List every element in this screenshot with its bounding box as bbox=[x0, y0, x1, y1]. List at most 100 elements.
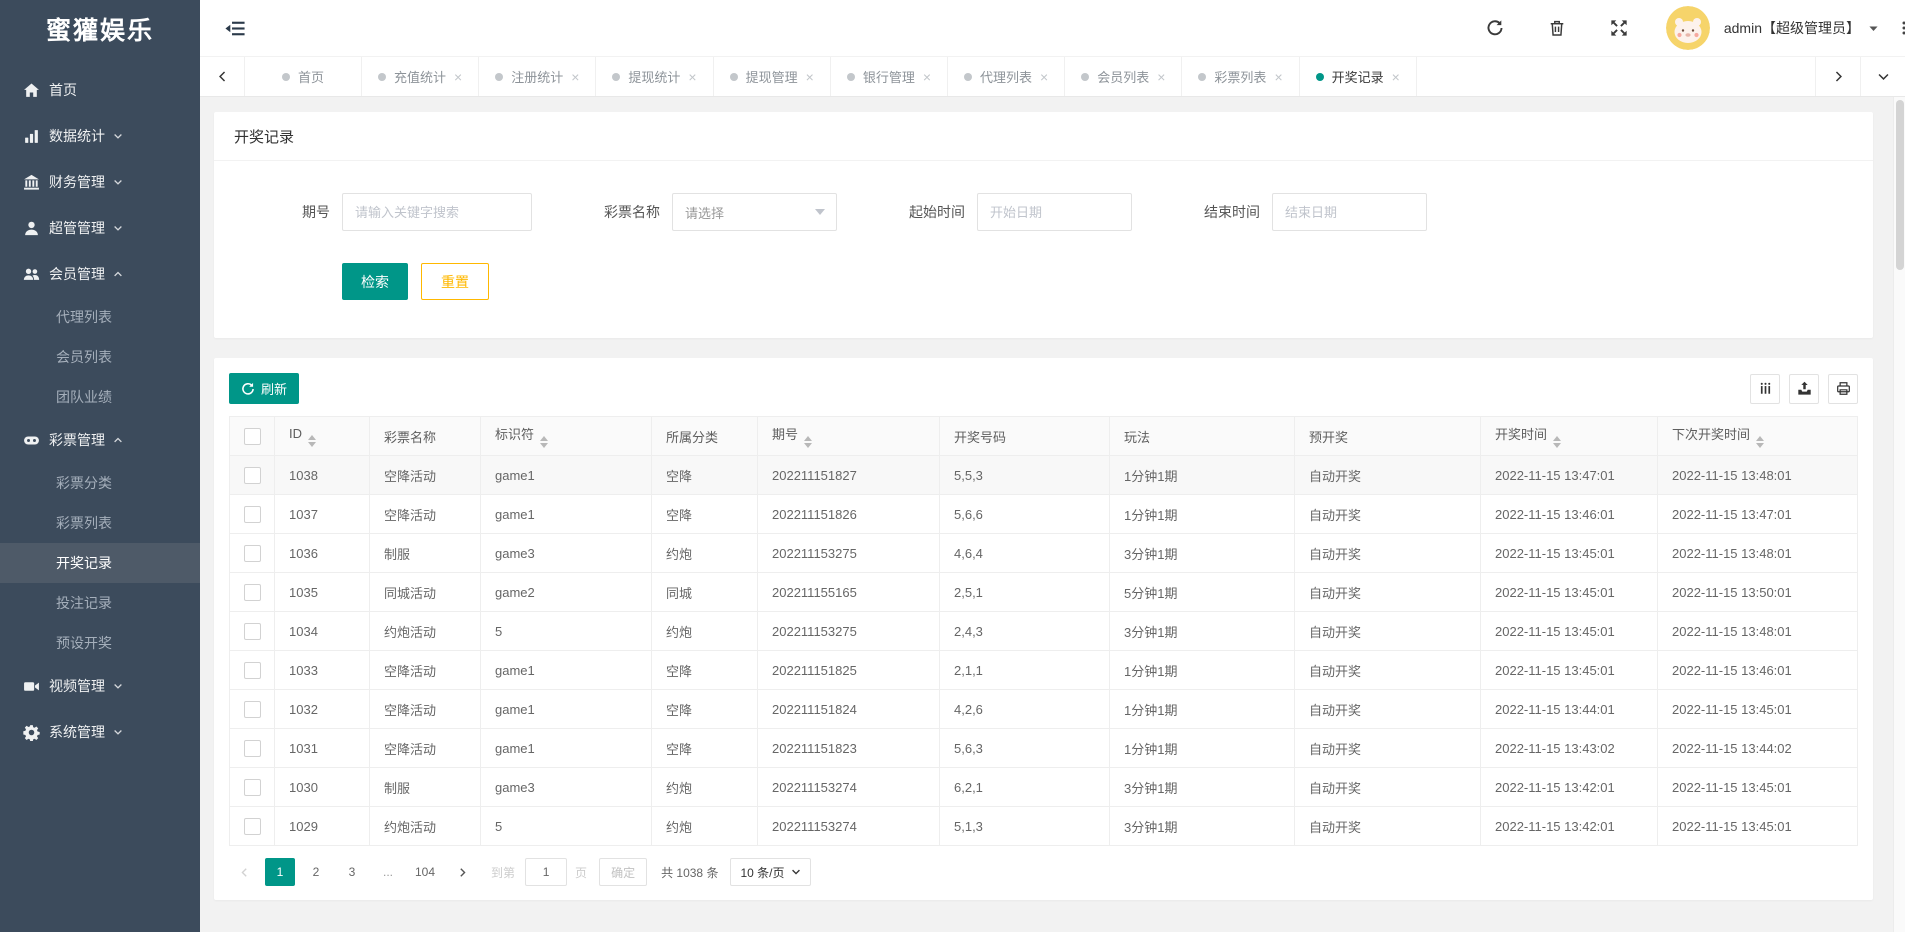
tab-close-icon[interactable]: × bbox=[806, 70, 814, 84]
admin-label[interactable]: admin【超级管理员】 bbox=[1724, 18, 1860, 38]
row-checkbox[interactable] bbox=[244, 818, 261, 835]
issue-input[interactable] bbox=[342, 193, 532, 231]
tab-close-icon[interactable]: × bbox=[1040, 70, 1048, 84]
sidebar-item-4[interactable]: 会员管理 bbox=[0, 251, 200, 297]
sidebar-subitem-5-0[interactable]: 彩票分类 bbox=[0, 463, 200, 503]
export-icon[interactable] bbox=[1789, 374, 1819, 404]
sidebar-subitem-5-2[interactable]: 开奖记录 bbox=[0, 543, 200, 583]
pagination-page-1[interactable]: 1 bbox=[265, 858, 295, 886]
start-date-input[interactable] bbox=[977, 193, 1132, 231]
fullscreen-icon[interactable] bbox=[1610, 19, 1628, 37]
user-avatar[interactable] bbox=[1666, 6, 1710, 50]
pagination-prev-icon[interactable] bbox=[229, 858, 259, 886]
tab-6[interactable]: 代理列表× bbox=[948, 57, 1065, 96]
tab-close-icon[interactable]: × bbox=[923, 70, 931, 84]
sort-icon[interactable] bbox=[308, 435, 316, 447]
row-checkbox-cell bbox=[230, 612, 275, 651]
cell-8-3: 约炮 bbox=[652, 768, 758, 807]
sidebar-item-3[interactable]: 超管管理 bbox=[0, 205, 200, 251]
cell-5-2: game1 bbox=[481, 651, 652, 690]
search-button[interactable]: 检索 bbox=[342, 263, 408, 300]
sidebar-item-0[interactable]: 首页 bbox=[0, 67, 200, 113]
sidebar-subitem-5-3[interactable]: 投注记录 bbox=[0, 583, 200, 623]
tab-close-icon[interactable]: × bbox=[454, 70, 462, 84]
pagination-page-3[interactable]: 3 bbox=[337, 858, 367, 886]
goto-page-input[interactable] bbox=[525, 858, 567, 886]
tab-1[interactable]: 充值统计× bbox=[362, 57, 479, 96]
sort-icon[interactable] bbox=[1756, 436, 1764, 448]
gear-icon bbox=[23, 724, 40, 741]
sidebar-item-6[interactable]: 视频管理 bbox=[0, 663, 200, 709]
tab-4[interactable]: 提现管理× bbox=[714, 57, 831, 96]
cell-0-3: 空降 bbox=[652, 456, 758, 495]
row-checkbox[interactable] bbox=[244, 467, 261, 484]
tab-7[interactable]: 会员列表× bbox=[1065, 57, 1182, 96]
row-checkbox[interactable] bbox=[244, 740, 261, 757]
cell-5-8: 2022-11-15 13:45:01 bbox=[1481, 651, 1658, 690]
row-checkbox[interactable] bbox=[244, 545, 261, 562]
refresh-icon[interactable] bbox=[1486, 19, 1504, 37]
row-checkbox[interactable] bbox=[244, 779, 261, 796]
column-header-8[interactable]: 开奖时间 bbox=[1481, 417, 1658, 456]
row-checkbox[interactable] bbox=[244, 623, 261, 640]
tab-close-icon[interactable]: × bbox=[1274, 70, 1282, 84]
sort-icon[interactable] bbox=[1553, 436, 1561, 448]
select-all-checkbox[interactable] bbox=[244, 428, 261, 445]
page-size-select[interactable]: 10 条/页 bbox=[730, 858, 811, 886]
tabs-menu-icon[interactable] bbox=[1860, 57, 1905, 96]
cell-4-8: 2022-11-15 13:45:01 bbox=[1481, 612, 1658, 651]
tab-close-icon[interactable]: × bbox=[688, 70, 696, 84]
trash-icon[interactable] bbox=[1548, 19, 1566, 37]
columns-icon[interactable] bbox=[1750, 374, 1780, 404]
column-header-0[interactable]: ID bbox=[275, 417, 370, 456]
more-vert-icon[interactable] bbox=[1896, 20, 1905, 36]
tab-5[interactable]: 银行管理 × bbox=[831, 57, 948, 96]
goto-confirm-button[interactable]: 确定 bbox=[599, 858, 647, 886]
refresh-button[interactable]: 刷新 bbox=[229, 373, 299, 404]
menu-fold-icon[interactable] bbox=[224, 20, 246, 37]
sidebar-item-1[interactable]: 数据统计 bbox=[0, 113, 200, 159]
column-header-4[interactable]: 期号 bbox=[758, 417, 940, 456]
sidebar-subitem-5-4[interactable]: 预设开奖 bbox=[0, 623, 200, 663]
sort-icon[interactable] bbox=[804, 436, 812, 448]
lottery-name-select[interactable]: 请选择 bbox=[672, 193, 837, 231]
row-checkbox[interactable] bbox=[244, 701, 261, 718]
sidebar-item-7[interactable]: 系统管理 bbox=[0, 709, 200, 755]
print-icon[interactable] bbox=[1828, 374, 1858, 404]
tab-2[interactable]: 注册统计× bbox=[479, 57, 596, 96]
sidebar-subitem-4-2[interactable]: 团队业绩 bbox=[0, 377, 200, 417]
sidebar-subitem-4-0[interactable]: 代理列表 bbox=[0, 297, 200, 337]
pagination-next-icon[interactable] bbox=[447, 858, 477, 886]
chevron-down-icon bbox=[791, 867, 801, 877]
scrollbar-thumb[interactable] bbox=[1896, 100, 1904, 270]
tab-close-icon[interactable]: × bbox=[571, 70, 579, 84]
pagination-page-2[interactable]: 2 bbox=[301, 858, 331, 886]
tab-close-icon[interactable]: × bbox=[1392, 70, 1400, 84]
sidebar-subitem-5-1[interactable]: 彩票列表 bbox=[0, 503, 200, 543]
row-checkbox[interactable] bbox=[244, 662, 261, 679]
reset-button[interactable]: 重置 bbox=[421, 263, 489, 300]
caret-down-icon[interactable] bbox=[1867, 22, 1880, 35]
row-checkbox[interactable] bbox=[244, 584, 261, 601]
column-header-9[interactable]: 下次开奖时间 bbox=[1658, 417, 1858, 456]
cell-3-0: 1035 bbox=[275, 573, 370, 612]
pagination-page-104[interactable]: 104 bbox=[409, 858, 441, 886]
sort-icon[interactable] bbox=[540, 436, 548, 448]
tab-3[interactable]: 提现统计× bbox=[596, 57, 713, 96]
tab-label: 银行管理 bbox=[863, 67, 915, 86]
tab-close-icon[interactable]: × bbox=[1157, 70, 1165, 84]
end-date-input[interactable] bbox=[1272, 193, 1427, 231]
tab-8[interactable]: 彩票列表× bbox=[1182, 57, 1299, 96]
sidebar-item-5[interactable]: 彩票管理 bbox=[0, 417, 200, 463]
tab-0[interactable]: 首页 bbox=[245, 57, 362, 96]
sidebar-item-label: 彩票管理 bbox=[49, 430, 105, 450]
tabs-scroll-left-icon[interactable] bbox=[200, 57, 245, 96]
row-checkbox[interactable] bbox=[244, 506, 261, 523]
column-header-2[interactable]: 标识符 bbox=[481, 417, 652, 456]
sidebar-item-2[interactable]: 财务管理 bbox=[0, 159, 200, 205]
tab-9[interactable]: 开奖记录× bbox=[1300, 57, 1417, 96]
table-header: ID彩票名称标识符所属分类期号开奖号码玩法预开奖开奖时间下次开奖时间 bbox=[230, 417, 1858, 456]
sidebar-subitem-4-1[interactable]: 会员列表 bbox=[0, 337, 200, 377]
tabs-scroll-right-icon[interactable] bbox=[1815, 57, 1860, 96]
table-row: 1038空降活动game1空降2022111518275,5,31分钟1期自动开… bbox=[230, 456, 1858, 495]
